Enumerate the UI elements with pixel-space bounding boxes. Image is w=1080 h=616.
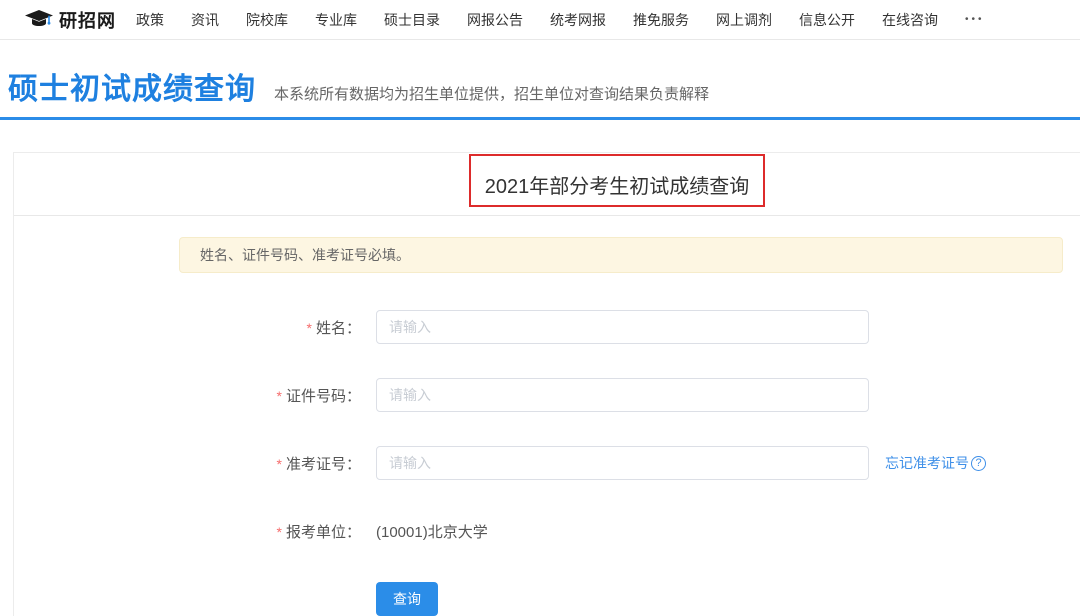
admission-ticket-row: *准考证号： 忘记准考证号? <box>14 446 1080 480</box>
required-asterisk: * <box>277 456 282 472</box>
more-menu-dots-icon[interactable]: ••• <box>965 14 985 25</box>
required-asterisk: * <box>277 388 282 404</box>
main-menu: 政策 资讯 院校库 专业库 硕士目录 网报公告 统考网报 推免服务 网上调剂 信… <box>136 10 985 30</box>
query-button[interactable]: 查询 <box>376 582 438 616</box>
name-label: *姓名： <box>14 317 361 338</box>
page-header: 硕士初试成绩查询 本系统所有数据均为招生单位提供，招生单位对查询结果负责解释 <box>0 40 1080 117</box>
site-logo[interactable]: 研招网 <box>25 7 116 33</box>
page-subtitle: 本系统所有数据均为招生单位提供，招生单位对查询结果负责解释 <box>274 83 709 104</box>
page-title: 硕士初试成绩查询 <box>8 64 256 108</box>
name-input[interactable] <box>376 310 869 344</box>
id-number-label: *证件号码： <box>14 385 361 406</box>
nav-item-masters-catalog[interactable]: 硕士目录 <box>384 10 440 30</box>
graduation-cap-icon <box>25 10 53 29</box>
help-circle-icon[interactable]: ? <box>971 456 986 471</box>
top-nav: 研招网 政策 资讯 院校库 专业库 硕士目录 网报公告 统考网报 推免服务 网上… <box>0 0 1080 40</box>
nav-item-major-library[interactable]: 专业库 <box>315 10 357 30</box>
forgot-ticket-link[interactable]: 忘记准考证号? <box>885 453 986 473</box>
nav-item-college-library[interactable]: 院校库 <box>246 10 288 30</box>
logo-text: 研招网 <box>59 7 116 33</box>
target-institution-value: (10001)北京大学 <box>376 521 488 542</box>
nav-item-exemption-service[interactable]: 推免服务 <box>633 10 689 30</box>
nav-item-policy[interactable]: 政策 <box>136 10 164 30</box>
query-card: 2021年部分考生初试成绩查询 姓名、证件号码、准考证号必填。 *姓名： *证件… <box>13 152 1080 616</box>
card-body: 姓名、证件号码、准考证号必填。 *姓名： *证件号码： <box>14 216 1080 616</box>
id-number-row: *证件号码： <box>14 378 1080 412</box>
nav-item-info-disclosure[interactable]: 信息公开 <box>799 10 855 30</box>
required-asterisk: * <box>277 524 282 540</box>
target-institution-row: *报考单位： (10001)北京大学 <box>14 514 1080 548</box>
id-number-input[interactable] <box>376 378 869 412</box>
card-title: 2021年部分考生初试成绩查询 <box>485 170 750 199</box>
name-row: *姓名： <box>14 310 1080 344</box>
required-fields-alert: 姓名、证件号码、准考证号必填。 <box>179 237 1063 273</box>
score-query-form: *姓名： *证件号码： *准考证号： <box>14 310 1080 616</box>
target-institution-label: *报考单位： <box>14 521 361 542</box>
submit-row: 查询 <box>376 582 1080 616</box>
card-header: 2021年部分考生初试成绩查询 <box>14 153 1080 216</box>
nav-item-unified-exam-register[interactable]: 统考网报 <box>550 10 606 30</box>
nav-item-online-adjustment[interactable]: 网上调剂 <box>716 10 772 30</box>
admission-ticket-input[interactable] <box>376 446 869 480</box>
blue-divider <box>0 117 1080 120</box>
required-asterisk: * <box>307 320 312 336</box>
nav-item-online-consultation[interactable]: 在线咨询 <box>882 10 938 30</box>
nav-item-registration-notice[interactable]: 网报公告 <box>467 10 523 30</box>
nav-item-news[interactable]: 资讯 <box>191 10 219 30</box>
admission-ticket-label: *准考证号： <box>14 453 361 474</box>
